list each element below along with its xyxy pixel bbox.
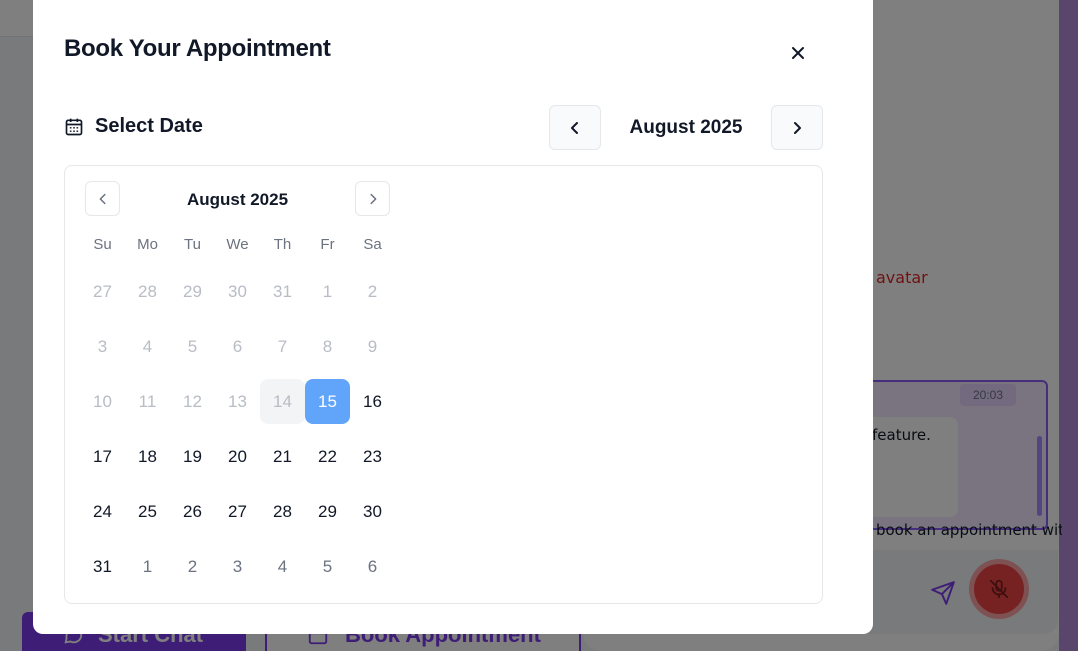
day-cell[interactable]: 16 [350,379,395,424]
weekday-label: Th [273,236,292,253]
day-cell[interactable]: 26 [170,489,215,534]
day-cell: 6 [232,336,243,356]
day-cell[interactable]: 19 [170,434,215,479]
weekday-label: Tu [184,236,201,253]
day-cell-today: 14 [260,379,305,424]
select-date-label: Select Date [95,115,203,137]
appointment-modal: Book Your Appointment Select Date August… [33,0,873,634]
chevron-left-icon [571,121,578,134]
select-date-heading: Select Date [64,115,203,138]
day-cell: 4 [142,336,153,356]
day-cell[interactable]: 18 [125,434,170,479]
next-month-button[interactable] [771,105,823,150]
chevron-left-icon [99,193,106,204]
calendar-prev-button[interactable] [85,181,120,216]
day-cell: 1 [322,281,333,301]
weekday-label: Fr [320,236,335,253]
close-button[interactable] [783,38,813,68]
day-cell: 11 [138,391,157,411]
day-cell: 12 [183,391,202,411]
day-cell: 10 [93,391,112,411]
day-cell: 6 [367,556,378,576]
day-cell: 30 [228,281,247,301]
day-cell[interactable]: 17 [80,434,125,479]
calendar-icon [65,118,83,135]
day-cell[interactable]: 30 [350,489,395,534]
weekday-label: Su [93,236,112,253]
prev-month-button[interactable] [549,105,601,150]
weekday-label: Sa [363,236,382,253]
close-icon [792,47,804,59]
day-cell[interactable]: 29 [305,489,350,534]
day-cell: 1 [142,556,153,576]
chevron-right-icon [794,121,801,134]
day-cell: 31 [273,281,292,301]
day-cell[interactable]: 22 [305,434,350,479]
weekday-header: Su Mo Tu We Th Fr Sa [80,236,395,253]
weekday-label: We [226,236,249,253]
day-cell: 5 [322,556,333,576]
day-cell[interactable]: 25 [125,489,170,534]
day-cell[interactable]: 23 [350,434,395,479]
day-cell-selected[interactable]: 15 [305,379,350,424]
day-cell[interactable]: 28 [260,489,305,534]
day-cell: 13 [228,391,247,411]
header-month-label: August 2025 [629,117,743,138]
day-cell: 27 [93,281,112,301]
day-cell: 9 [367,336,378,356]
calendar: August 2025 Su Mo Tu We Th Fr Sa 27 28 29 30 31 1 2 3… [64,165,823,604]
weekday-label: Mo [137,236,158,253]
day-cell[interactable]: 31 [80,544,125,589]
day-cell: 29 [183,281,202,301]
day-cell[interactable]: 24 [80,489,125,534]
day-cell: 4 [277,556,288,576]
calendar-next-button[interactable] [355,181,390,216]
modal-title: Book Your Appointment [64,35,331,62]
day-cell: 3 [232,556,243,576]
day-cell: 28 [138,281,157,301]
day-cell[interactable]: 27 [215,489,260,534]
day-cell: 2 [187,556,198,576]
day-cell[interactable]: 21 [260,434,305,479]
day-cell: 8 [322,336,333,356]
day-grid: 27 28 29 30 31 1 2 3 4 5 6 7 8 9 10 11 12 13 14 15 16 17 18 19 2… [80,269,395,589]
day-cell: 3 [97,336,108,356]
day-cell: 7 [277,336,288,356]
calendar-caption: August 2025 [186,190,289,209]
day-cell: 2 [367,281,378,301]
chevron-right-icon [369,193,376,204]
day-cell: 5 [187,336,198,356]
day-cell[interactable]: 20 [215,434,260,479]
